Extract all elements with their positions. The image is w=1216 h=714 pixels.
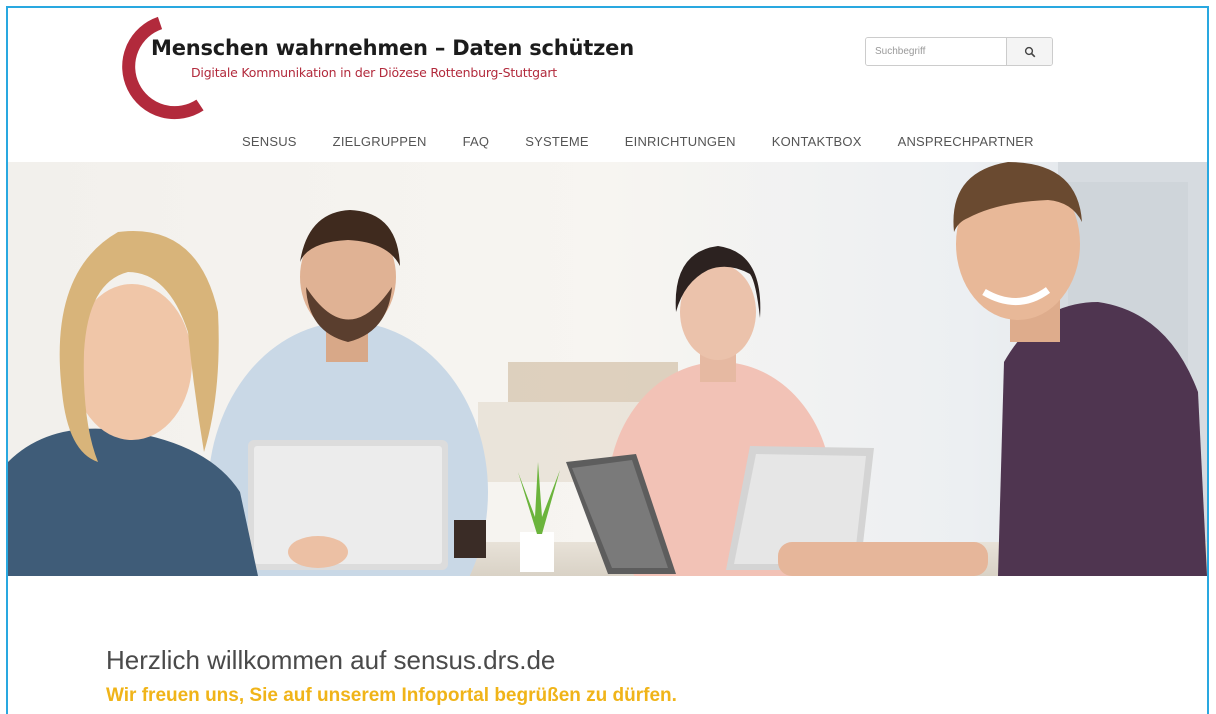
main-nav: SENSUS ZIELGRUPPEN FAQ SYSTEME EINRICHTU… — [228, 134, 1034, 154]
nav-item-einrichtungen[interactable]: EINRICHTUNGEN — [625, 134, 736, 154]
nav-item-ansprechpartner[interactable]: ANSPRECHPARTNER — [898, 134, 1034, 154]
search-icon — [1024, 46, 1035, 57]
welcome-heading: Herzlich willkommen auf sensus.drs.de — [106, 645, 556, 675]
search-input[interactable] — [866, 38, 1006, 65]
page-frame: Menschen wahrnehmen – Daten schützen Dig… — [6, 6, 1209, 714]
search-button[interactable] — [1006, 38, 1052, 65]
welcome-tagline: Wir freuen uns, Sie auf unserem Infoport… — [106, 685, 677, 706]
site-subtitle: Digitale Kommunikation in der Diözese Ro… — [191, 65, 557, 80]
search-box — [865, 37, 1053, 66]
hero-image — [8, 162, 1207, 576]
nav-item-sensus[interactable]: SENSUS — [242, 134, 297, 154]
nav-item-systeme[interactable]: SYSTEME — [525, 134, 589, 154]
hero-photo — [8, 162, 1207, 576]
nav-item-faq[interactable]: FAQ — [463, 134, 490, 154]
nav-item-kontaktbox[interactable]: KONTAKTBOX — [772, 134, 862, 154]
site-title[interactable]: Menschen wahrnehmen – Daten schützen — [151, 36, 634, 60]
nav-item-zielgruppen[interactable]: ZIELGRUPPEN — [333, 134, 427, 154]
